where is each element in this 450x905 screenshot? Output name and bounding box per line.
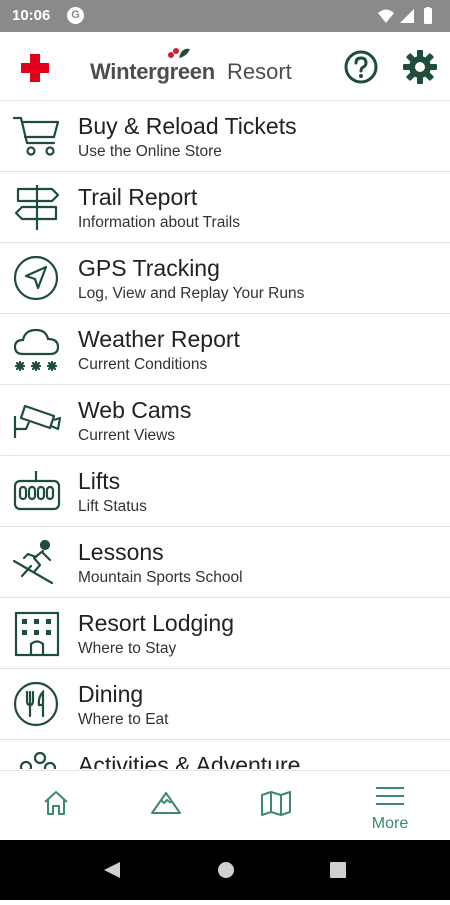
- menu-item-title: Activities & Adventure: [78, 752, 301, 769]
- menu-item-subtitle: Current Views: [78, 427, 176, 444]
- nav-more[interactable]: More: [334, 771, 446, 841]
- menu-item-lifts[interactable]: Lifts Lift Status: [0, 456, 450, 527]
- gear-icon[interactable]: [402, 49, 438, 90]
- logo-wordmark: Wintergreen: [90, 59, 215, 84]
- cart-icon: [12, 112, 62, 160]
- menu-item-weather-report[interactable]: Weather Report Current Conditions: [0, 314, 450, 385]
- menu-item-title: Lifts: [78, 468, 121, 494]
- gondola-icon: [12, 467, 62, 515]
- skier-icon: [12, 538, 62, 586]
- menu-list: Buy & Reload Tickets Use the Online Stor…: [0, 101, 450, 769]
- signpost-icon: [12, 183, 62, 231]
- bottom-nav: More: [0, 770, 450, 841]
- system-icons: [376, 7, 440, 30]
- menu-item-web-cams[interactable]: Web Cams Current Views: [0, 385, 450, 456]
- red-cross-icon[interactable]: [19, 52, 51, 89]
- menu-item-subtitle: Current Conditions: [78, 356, 208, 373]
- menu-item-dining[interactable]: Dining Where to Eat: [0, 669, 450, 740]
- menu-item-title: Dining: [78, 681, 144, 707]
- menu-item-title: Trail Report: [78, 184, 198, 210]
- menu-item-lodging[interactable]: Resort Lodging Where to Stay: [0, 598, 450, 669]
- mountain-icon: [151, 792, 181, 814]
- status-time: 10:06: [12, 7, 51, 24]
- back-icon[interactable]: [104, 862, 120, 878]
- activities-icon: [12, 751, 62, 769]
- menu-item-tickets[interactable]: Buy & Reload Tickets Use the Online Stor…: [0, 101, 450, 172]
- help-icon[interactable]: [343, 49, 379, 90]
- navigation-icon: [12, 254, 62, 302]
- nav-mountain[interactable]: [110, 771, 222, 841]
- status-bar: 10:06 G: [0, 0, 450, 32]
- battery-icon: [424, 7, 432, 24]
- menu-item-activities[interactable]: Activities & Adventure: [0, 740, 450, 769]
- menu-item-subtitle: Log, View and Replay Your Runs: [78, 285, 305, 302]
- building-icon: [12, 609, 62, 657]
- menu-item-title: Web Cams: [78, 397, 192, 423]
- menu-item-title: Lessons: [78, 539, 164, 565]
- home-icon: [44, 791, 68, 815]
- menu-item-subtitle: Mountain Sports School: [78, 569, 243, 586]
- camera-icon: [12, 396, 62, 444]
- recents-icon[interactable]: [330, 862, 346, 878]
- app-header: Wintergreen Resort: [0, 32, 450, 101]
- wifi-icon: [378, 9, 394, 23]
- snow-cloud-icon: [12, 325, 62, 373]
- menu-item-title: Buy & Reload Tickets: [78, 113, 297, 139]
- menu-item-subtitle: Where to Eat: [78, 711, 169, 728]
- nav-map[interactable]: [220, 771, 332, 841]
- home-button-icon[interactable]: [218, 862, 234, 878]
- g-icon: G: [67, 7, 84, 24]
- menu-item-lessons[interactable]: Lessons Mountain Sports School: [0, 527, 450, 598]
- menu-item-trail-report[interactable]: Trail Report Information about Trails: [0, 172, 450, 243]
- menu-item-title: Weather Report: [78, 326, 240, 352]
- menu-item-subtitle: Where to Stay: [78, 640, 177, 657]
- menu-icon: [376, 787, 404, 805]
- logo-wordmark-resort: Resort: [227, 59, 292, 84]
- nav-label-more: More: [371, 815, 409, 832]
- menu-item-subtitle: Use the Online Store: [78, 143, 222, 160]
- nav-home[interactable]: [0, 771, 112, 841]
- signal-icon: [400, 9, 414, 23]
- menu-item-gps-tracking[interactable]: GPS Tracking Log, View and Replay Your R…: [0, 243, 450, 314]
- menu-item-subtitle: Lift Status: [78, 498, 147, 515]
- menu-item-title: GPS Tracking: [78, 255, 220, 281]
- menu-item-title: Resort Lodging: [78, 610, 234, 636]
- map-icon: [261, 791, 291, 816]
- menu-item-subtitle: Information about Trails: [78, 214, 240, 231]
- android-nav-bar: [0, 840, 450, 900]
- dining-icon: [12, 680, 62, 728]
